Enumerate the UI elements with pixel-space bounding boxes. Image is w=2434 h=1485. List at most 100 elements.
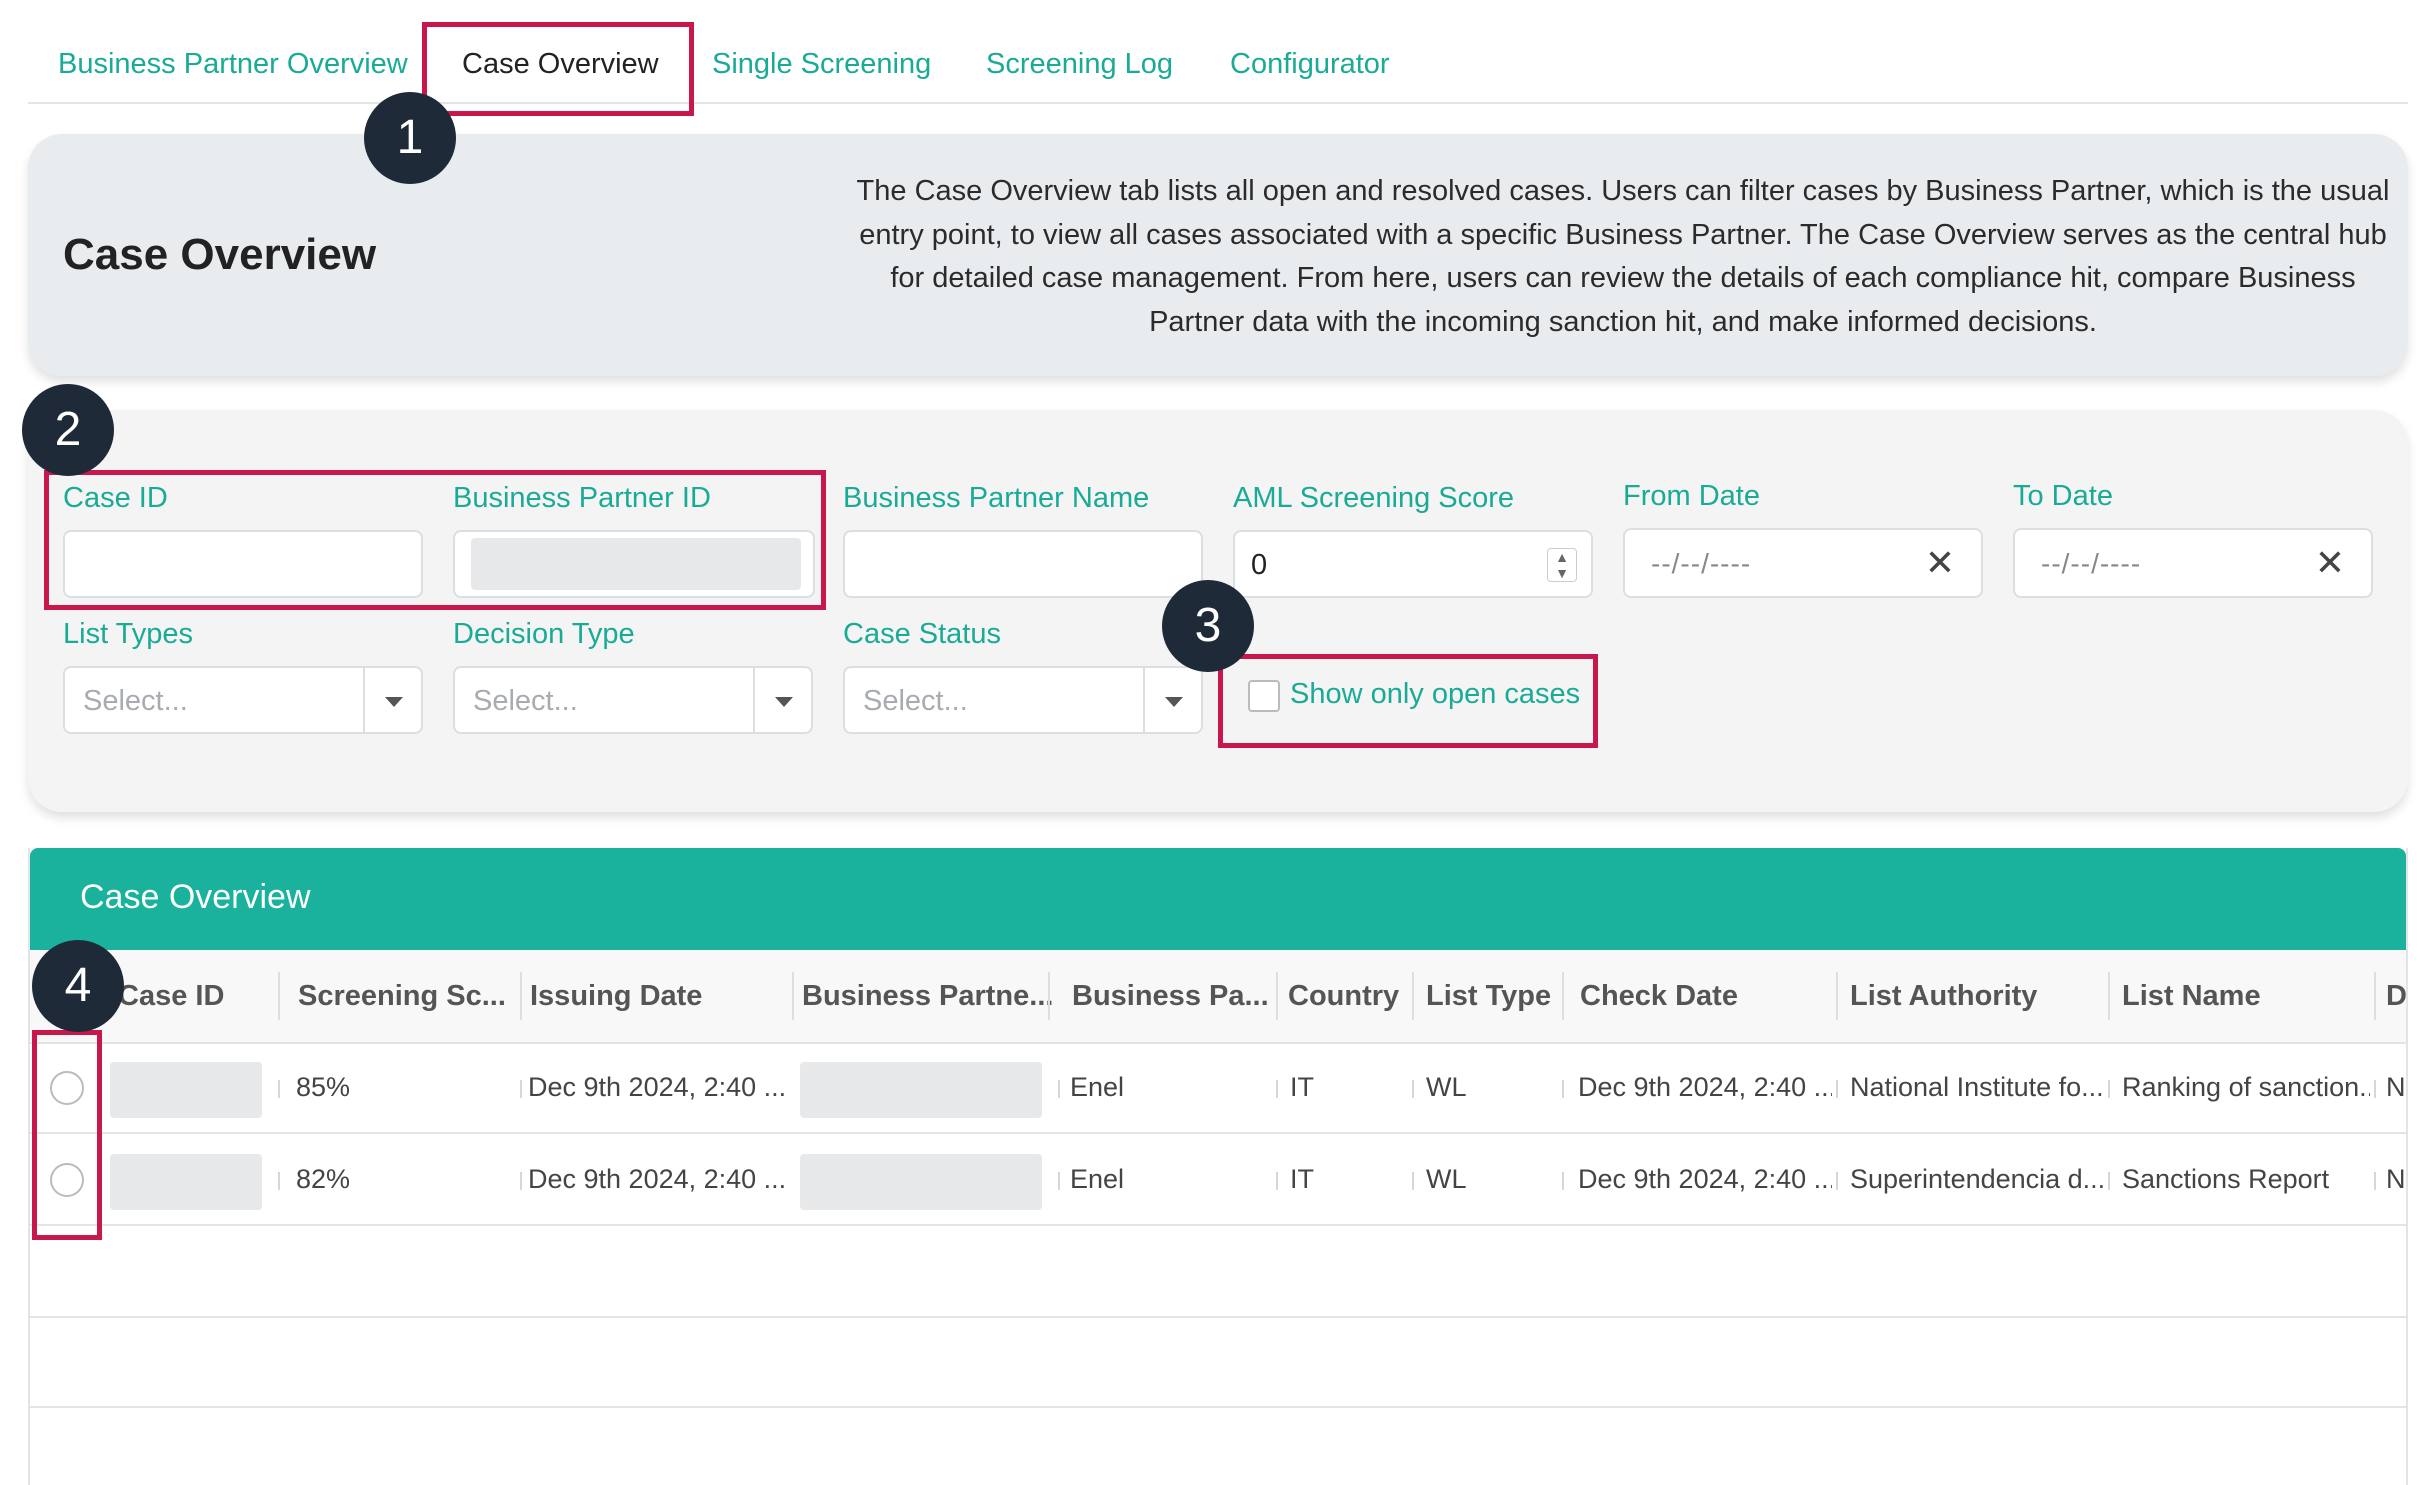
to-date-input[interactable]: --/--/---- ✕: [2013, 528, 2373, 598]
column-separator[interactable]: [278, 972, 280, 1020]
table-row[interactable]: 85% Dec 9th 2024, 2:40 ... Enel IT WL De…: [30, 1044, 2406, 1134]
from-date-value: --/--/----: [1651, 548, 1752, 579]
column-header[interactable]: Business Partne...: [802, 980, 1053, 1013]
cell-separator: [2374, 1080, 2376, 1098]
aml-score-value: 0: [1251, 549, 1268, 581]
select-divider: [753, 668, 755, 732]
column-separator[interactable]: [792, 972, 794, 1020]
column-separator[interactable]: [1048, 972, 1050, 1020]
bp-name-label: Business Partner Name: [843, 482, 1150, 514]
chevron-down-icon[interactable]: [1165, 697, 1183, 707]
tab-single-screening[interactable]: Single Screening: [712, 48, 931, 81]
cell-list-name: Ranking of sanction...: [2122, 1072, 2370, 1102]
decision-type-placeholder: Select...: [473, 685, 578, 717]
highlight-box-ids: [44, 470, 826, 610]
tab-business-partner-overview[interactable]: Business Partner Overview: [58, 48, 408, 81]
cell-bp-name: Enel: [1070, 1164, 1125, 1194]
decision-type-select[interactable]: Select...: [453, 666, 813, 734]
redacted-bp-id: [800, 1154, 1042, 1210]
cell-list-type: WL: [1426, 1072, 1467, 1102]
column-header[interactable]: Check Date: [1580, 980, 1738, 1013]
cell-separator: [1412, 1172, 1414, 1190]
case-status-label: Case Status: [843, 618, 1001, 650]
to-date-label: To Date: [2013, 480, 2113, 512]
highlight-box-open-cases: [1218, 654, 1598, 748]
to-date-value: --/--/----: [2041, 548, 2142, 579]
case-status-select[interactable]: Select...: [843, 666, 1203, 734]
cell-separator: [1836, 1172, 1838, 1190]
column-header[interactable]: List Name: [2122, 980, 2261, 1013]
tab-bar: Business Partner Overview Case Overview …: [28, 22, 2408, 104]
callout-3: 3: [1162, 580, 1254, 672]
cell-check-date: Dec 9th 2024, 2:40 ...: [1578, 1072, 1832, 1102]
column-header[interactable]: Issuing Date: [530, 980, 702, 1013]
column-separator[interactable]: [2374, 972, 2376, 1020]
bp-name-input[interactable]: [843, 530, 1203, 598]
callout-1: 1: [364, 92, 456, 184]
column-separator[interactable]: [2108, 972, 2110, 1020]
cell-separator: [1276, 1080, 1278, 1098]
cell-score: 85%: [296, 1072, 351, 1102]
cell-d: N: [2386, 1164, 2406, 1194]
cell-separator: [1412, 1080, 1414, 1098]
list-types-placeholder: Select...: [83, 685, 188, 717]
from-date-label: From Date: [1623, 480, 1760, 512]
list-types-select[interactable]: Select...: [63, 666, 423, 734]
clear-icon[interactable]: ✕: [2315, 542, 2345, 584]
cell-country: IT: [1290, 1164, 1314, 1194]
cell-list-authority: Superintendencia d...: [1850, 1164, 2104, 1194]
cell-list-type: WL: [1426, 1164, 1467, 1194]
cell-bp-name: Enel: [1070, 1072, 1125, 1102]
decision-type-label: Decision Type: [453, 618, 635, 650]
cell-d: N: [2386, 1072, 2406, 1102]
case-table: Case Overview Case ID Screening Sc... Is…: [28, 848, 2408, 1485]
table-row[interactable]: 82% Dec 9th 2024, 2:40 ... Enel IT WL De…: [30, 1136, 2406, 1226]
column-header-row: Case ID Screening Sc... Issuing Date Bus…: [30, 950, 2406, 1044]
column-header[interactable]: Case ID: [118, 980, 224, 1013]
select-divider: [1143, 668, 1145, 732]
aml-score-label: AML Screening Score: [1233, 482, 1515, 514]
cell-separator: [1276, 1172, 1278, 1190]
redacted-case-id: [110, 1154, 262, 1210]
empty-row: [30, 1228, 2406, 1318]
column-header[interactable]: List Type: [1426, 980, 1551, 1013]
column-header[interactable]: Country: [1288, 980, 1399, 1013]
column-header[interactable]: Business Pa...: [1072, 980, 1269, 1013]
clear-icon[interactable]: ✕: [1925, 542, 1955, 584]
cell-check-date: Dec 9th 2024, 2:40 ...: [1578, 1164, 1832, 1194]
page-description: The Case Overview tab lists all open and…: [856, 175, 2390, 338]
column-header[interactable]: D: [2386, 980, 2406, 1013]
redacted-bp-id: [800, 1062, 1042, 1118]
cell-separator: [520, 1080, 522, 1098]
aml-score-input[interactable]: 0 ▲ ▼: [1233, 530, 1593, 598]
chevron-down-icon[interactable]: [775, 697, 793, 707]
cell-separator: [1058, 1080, 1060, 1098]
callout-2: 2: [22, 384, 114, 476]
cell-list-authority: National Institute fo...: [1850, 1072, 2104, 1102]
tab-screening-log[interactable]: Screening Log: [986, 48, 1173, 81]
from-date-input[interactable]: --/--/---- ✕: [1623, 528, 1983, 598]
table-title: Case Overview: [80, 878, 311, 916]
column-header[interactable]: List Authority: [1850, 980, 2037, 1013]
callout-4: 4: [32, 940, 124, 1032]
column-separator[interactable]: [520, 972, 522, 1020]
cell-separator: [1836, 1080, 1838, 1098]
cell-issuing-date: Dec 9th 2024, 2:40 ...: [528, 1164, 786, 1194]
cell-separator: [278, 1172, 280, 1190]
spinner-icon[interactable]: ▲ ▼: [1547, 548, 1577, 582]
select-divider: [363, 668, 365, 732]
cell-separator: [278, 1080, 280, 1098]
column-separator[interactable]: [1836, 972, 1838, 1020]
tab-configurator[interactable]: Configurator: [1230, 48, 1390, 81]
table-header-bar: Case Overview: [30, 848, 2406, 950]
cell-separator: [2108, 1080, 2110, 1098]
highlight-box-radios: [32, 1030, 102, 1240]
column-separator[interactable]: [1412, 972, 1414, 1020]
column-separator[interactable]: [1276, 972, 1278, 1020]
cell-separator: [2108, 1172, 2110, 1190]
column-header[interactable]: Screening Sc...: [298, 980, 506, 1013]
chevron-down-icon[interactable]: [385, 697, 403, 707]
redacted-case-id: [110, 1062, 262, 1118]
column-separator[interactable]: [1562, 972, 1564, 1020]
empty-row: [30, 1318, 2406, 1408]
